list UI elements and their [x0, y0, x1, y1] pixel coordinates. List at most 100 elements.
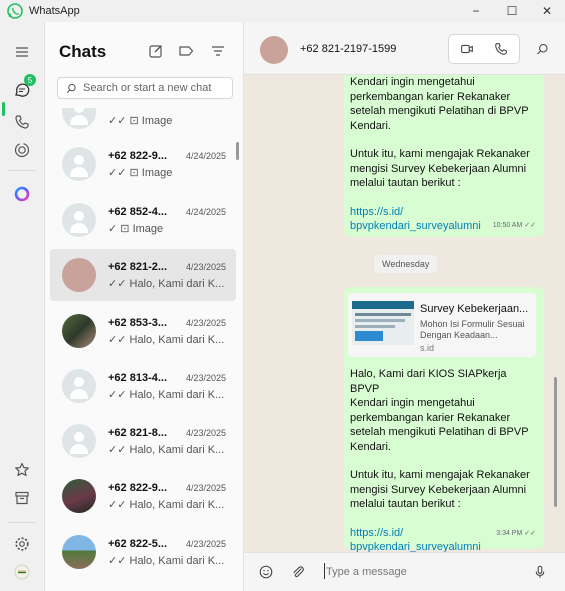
calls-icon[interactable] [10, 110, 34, 134]
new-chat-icon[interactable] [147, 42, 165, 60]
chat-row[interactable]: +62 853-3... 4/23/2025 ✓✓ Halo, Kami dari … [50, 305, 236, 357]
contact-name: +62 821-2... [108, 261, 168, 273]
survey-link[interactable]: bpvpkendari_surveyalumni [350, 540, 538, 552]
last-message-date: 4/23/2025 [185, 483, 226, 493]
contact-name: +62 822-5... [108, 538, 168, 550]
message-line: Kendari ingin mengetahui [350, 397, 475, 409]
message-time: 3:34 PM ✓✓ [496, 529, 536, 537]
link-preview-card[interactable]: Survey Kebekerjaan... Mohon Isi Formulir… [348, 293, 536, 357]
contact-avatar [62, 147, 96, 181]
last-message-date: 4/24/2025 [186, 108, 226, 109]
message-bubble[interactable]: Kendari ingin mengetahui perkembangan ka… [344, 75, 544, 237]
contact-avatar [62, 203, 96, 237]
read-ticks: ✓✓ [108, 389, 127, 401]
link-preview-thumbnail [352, 301, 414, 345]
contact-name: +62 853-3... [108, 317, 168, 329]
chat-row[interactable]: +62 852-2... 4/24/2025 ✓✓ ⊡ Image [50, 108, 236, 138]
call-buttons-group [448, 34, 520, 64]
contact-avatar [62, 535, 96, 569]
message-line: perkembangan karier Rekanaker [350, 411, 511, 424]
read-ticks: ✓✓ [108, 334, 127, 346]
chat-row[interactable]: +62 821-8... 4/23/2025 ✓✓ Halo, Kami dari … [50, 415, 236, 467]
chat-row[interactable]: +62 852-4... 4/24/2025 ✓ ⊡ Image [50, 194, 236, 246]
last-message-preview: ✓✓ Halo, Kami dari K... [108, 555, 225, 567]
chat-row[interactable]: +62 822-9... 4/24/2025 ✓✓ ⊡ Image [50, 138, 236, 190]
conversation-scrollbar[interactable] [554, 377, 557, 507]
search-box[interactable] [57, 77, 233, 99]
message-line: Untuk itu, kami mengajak Rekanaker [350, 469, 530, 481]
contact-name: +62 822-9... [108, 150, 168, 162]
settings-icon[interactable] [10, 532, 34, 556]
voice-call-icon[interactable] [491, 39, 511, 59]
profile-icon[interactable] [10, 560, 34, 584]
meta-ai-icon[interactable] [10, 182, 34, 206]
read-ticks: ✓✓ [108, 115, 127, 127]
survey-link[interactable]: https://s.id/ [350, 205, 538, 220]
close-button[interactable]: ✕ [529, 0, 565, 22]
message-line: setelah mengikuti Pelatihan di BPVP [350, 105, 529, 117]
last-message-preview: ✓✓ ⊡ Image [108, 115, 173, 127]
archive-icon[interactable] [10, 486, 34, 510]
chat-row[interactable]: +62 813-4... 4/23/2025 ✓✓ Halo, Kami dari … [50, 360, 236, 412]
last-message-date: 4/23/2025 [185, 373, 226, 383]
microphone-icon[interactable] [530, 562, 550, 582]
chat-row[interactable]: +62 822-5... 4/23/2025 ✓✓ Halo, Kami dari … [50, 526, 236, 578]
chats-icon[interactable]: 5 [10, 74, 36, 102]
read-ticks: ✓✓ [108, 444, 127, 456]
contact-avatar [62, 369, 96, 403]
last-message-date: 4/24/2025 [185, 151, 226, 161]
message-line: perkembangan karier Rekanaker [350, 90, 511, 103]
chat-list-scrollbar[interactable] [236, 142, 239, 160]
message-area: Kendari ingin mengetahui perkembangan ka… [244, 75, 565, 552]
chats-heading: Chats [59, 42, 107, 61]
whatsapp-logo-icon [7, 3, 23, 19]
link-preview-domain: s.id [420, 343, 435, 353]
attach-icon[interactable] [288, 562, 308, 582]
message-line: Kendari ingin mengetahui [350, 76, 475, 88]
rail-divider [8, 170, 36, 171]
contact-name[interactable]: +62 821-2197-1599 [300, 43, 396, 55]
message-input[interactable] [326, 563, 526, 581]
minimize-button[interactable]: − [458, 0, 494, 22]
starred-icon[interactable] [10, 458, 34, 482]
message-line: Kendari. [350, 119, 391, 132]
message-line: mengisi Survey Kebekerjaan Alumni [350, 162, 527, 175]
last-message-date: 4/23/2025 [185, 262, 226, 272]
maximize-button[interactable]: ☐ [494, 0, 530, 22]
contact-avatar[interactable] [260, 36, 288, 64]
message-time: 10:50 AM ✓✓ [492, 221, 536, 229]
contact-avatar [62, 424, 96, 458]
emoji-icon[interactable] [256, 562, 276, 582]
whatsapp-window: WhatsApp − ☐ ✕ 5 Chats Search or start a… [0, 0, 565, 591]
contact-avatar [62, 314, 96, 348]
contact-name: +62 813-4... [108, 372, 168, 384]
last-message-preview: ✓✓ Halo, Kami dari K... [108, 334, 225, 346]
menu-icon[interactable] [10, 40, 34, 64]
message-line: Kendari. [350, 440, 391, 453]
chat-rows: +62 852-2...4/24/2025✓✓ ⊡ Image+62 822-9… [45, 108, 245, 591]
contact-name: +62 852-2... [108, 108, 167, 110]
active-indicator [2, 102, 5, 116]
image-icon: ⊡ [129, 167, 139, 179]
read-ticks: ✓✓ [524, 221, 536, 229]
filter-icon[interactable] [209, 42, 227, 60]
search-input[interactable] [83, 82, 232, 94]
filter-tag-icon[interactable] [177, 42, 195, 60]
contact-name: +62 821-8... [108, 427, 168, 439]
last-message-date: 4/23/2025 [185, 428, 226, 438]
search-in-chat-icon[interactable] [532, 39, 552, 59]
last-message-preview: ✓✓ ⊡ Image [108, 167, 173, 179]
navigation-rail: 5 [0, 22, 44, 591]
video-call-icon[interactable] [457, 39, 477, 59]
last-message-preview: ✓✓ Halo, Kami dari K... [108, 499, 225, 511]
read-ticks: ✓✓ [108, 278, 127, 290]
message-line: setelah mengikuti Pelatihan di BPVP [350, 426, 529, 438]
rail-divider-bottom [8, 522, 36, 523]
chat-row[interactable]: +62 822-9... 4/23/2025 ✓✓ Halo, Kami dari … [50, 470, 236, 522]
last-message-preview: ✓✓ Halo, Kami dari K... [108, 389, 225, 401]
chat-row[interactable]: +62 821-2... 4/23/2025 ✓✓ Halo, Kami dari … [50, 249, 236, 301]
title-bar: WhatsApp − ☐ ✕ [0, 0, 565, 22]
message-line: mengisi Survey Kebekerjaan Alumni [350, 483, 527, 496]
last-message-preview: ✓✓ Halo, Kami dari K... [108, 278, 225, 290]
status-icon[interactable] [10, 138, 34, 162]
